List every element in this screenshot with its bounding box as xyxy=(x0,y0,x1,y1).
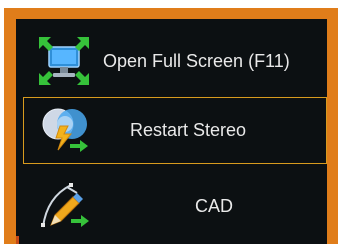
menu-item-label: CAD xyxy=(195,196,234,216)
fullscreen-monitor-icon xyxy=(37,35,93,87)
menu-item-restart-stereo[interactable]: Restart Stereo xyxy=(23,97,327,164)
menu-item-cad[interactable]: CAD xyxy=(23,173,327,240)
menu-item-open-full-screen[interactable]: Open Full Screen (F11) xyxy=(23,31,327,91)
cad-pencil-icon xyxy=(37,179,93,231)
frame-accent-mark xyxy=(16,236,19,244)
stereo-restart-icon xyxy=(38,104,94,156)
menu-item-label: Restart Stereo xyxy=(130,120,247,140)
menu-item-label: Open Full Screen (F11) xyxy=(103,50,290,71)
